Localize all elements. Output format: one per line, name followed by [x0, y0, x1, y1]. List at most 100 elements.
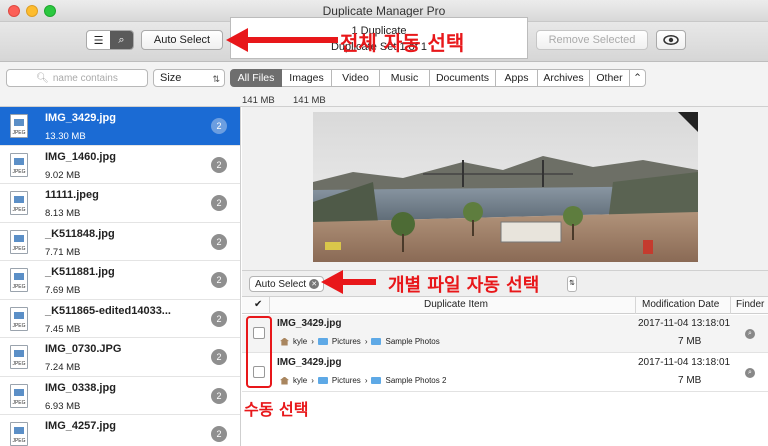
annotation-auto-select-all: 전체 자동 선택 [340, 31, 465, 55]
item-path: kyle › Pictures › Sample Photos [280, 337, 440, 346]
minimize-window-button[interactable] [26, 5, 38, 17]
jpeg-file-icon: JPEG [10, 306, 28, 331]
window-title: Duplicate Manager Pro [322, 4, 446, 18]
column-separator [269, 297, 270, 314]
file-size: 8.13 MB [45, 208, 81, 219]
path-segment: Sample Photos 2 [385, 376, 447, 385]
list-item[interactable]: JPEG IMG_0338.jpg 6.93 MB 2 [0, 377, 240, 415]
tab-music[interactable]: Music [380, 69, 430, 87]
tab-archives[interactable]: Archives [538, 69, 590, 87]
folder-icon [317, 377, 328, 384]
item-column-header[interactable]: Duplicate Item [424, 299, 488, 310]
auto-select-chip[interactable]: Auto Select ✕ [249, 276, 325, 292]
view-mode-segment[interactable]: ☰ ⌕ [86, 30, 134, 50]
folder-icon [371, 377, 382, 384]
tab-apps[interactable]: Apps [496, 69, 538, 87]
tab-video[interactable]: Video [332, 69, 380, 87]
file-size: 13.30 MB [45, 131, 86, 142]
annotation-arrow-head-middle [321, 270, 343, 294]
list-item[interactable]: JPEG _K511865-edited14033... 7.45 MB 2 [0, 300, 240, 338]
duplicate-count-badge: 2 [211, 233, 227, 250]
annotation-arrow-head-top [226, 28, 248, 52]
item-size: 7 MB [678, 375, 702, 386]
jpeg-file-icon: JPEG [10, 383, 28, 408]
magnifier-icon[interactable]: ⌕ [110, 31, 133, 49]
updown-chevron-icon: ⇅ [212, 74, 220, 84]
list-item[interactable]: JPEG _K511881.jpg 7.69 MB 2 [0, 261, 240, 300]
list-item[interactable]: JPEG 11111.jpeg 8.13 MB 2 [0, 184, 240, 223]
duplicate-count-badge: 2 [211, 387, 227, 404]
item-size: 7 MB [678, 336, 702, 347]
modification-date: 2017-11-04 13:18:01 [638, 318, 731, 329]
sort-select-value: Size [160, 72, 182, 84]
remove-selected-button[interactable]: Remove Selected [536, 30, 648, 50]
duplicate-count-badge: 2 [211, 426, 227, 442]
tab-all-files[interactable]: All Files [230, 69, 282, 87]
sort-select[interactable]: Size ⇅ [153, 69, 225, 87]
file-size: 7.71 MB [45, 246, 81, 258]
item-name: IMG_3429.jpg [277, 318, 342, 329]
jpeg-file-icon: JPEG [10, 191, 28, 215]
auto-select-button[interactable]: Auto Select [141, 30, 223, 50]
list-item[interactable]: JPEG IMG_4257.jpg 2 [0, 415, 240, 446]
jpeg-file-icon: JPEG [10, 422, 28, 446]
item-name: IMG_3429.jpg [277, 357, 342, 368]
table-row[interactable]: IMG_3429.jpg kyle › Pictures › Sample Ph… [242, 315, 768, 353]
jpeg-file-icon: JPEG [10, 229, 28, 254]
annotation-arrow-shaft-top [246, 37, 338, 43]
duplicate-count-badge: 2 [211, 310, 227, 327]
duplicate-count-badge: 2 [211, 349, 227, 365]
duplicate-count-badge: 2 [211, 272, 227, 288]
file-name: 11111.jpeg [45, 189, 99, 201]
column-separator [635, 297, 636, 314]
collapse-chevron-icon[interactable]: ⌃ [630, 69, 646, 87]
file-name: IMG_3429.jpg [45, 112, 116, 124]
annotation-arrow-shaft-middle [341, 279, 376, 285]
table-row[interactable]: IMG_3429.jpg kyle › Pictures › Sample Ph… [242, 354, 768, 392]
file-size: 9.02 MB [45, 169, 81, 181]
file-name: _K511865-edited14033... [45, 304, 171, 317]
close-window-button[interactable] [8, 5, 20, 17]
reveal-in-finder-icon[interactable]: ⌕ [745, 368, 755, 378]
finder-column-header[interactable]: Finder [736, 299, 764, 310]
list-item[interactable]: JPEG IMG_3429.jpg 13.30 MB 2 [0, 107, 240, 146]
path-chevron-icon: › [311, 337, 314, 346]
file-name: _K511848.jpg [45, 227, 115, 240]
image-preview-pane [242, 107, 768, 270]
list-item[interactable]: JPEG IMG_0730.JPG 7.24 MB 2 [0, 338, 240, 377]
table-header: ✔ Duplicate Item Modification Date Finde… [242, 297, 768, 314]
zoom-window-button[interactable] [44, 5, 56, 17]
list-item[interactable]: JPEG IMG_1460.jpg 9.02 MB 2 [0, 146, 240, 184]
modification-date: 2017-11-04 13:18:01 [638, 357, 731, 368]
file-name: IMG_1460.jpg [45, 150, 116, 163]
clear-icon[interactable]: ✕ [309, 279, 320, 289]
duplicate-count-badge: 2 [211, 118, 227, 134]
home-folder-icon [280, 376, 289, 385]
duplicate-count-badge: 2 [211, 195, 227, 211]
folder-icon [371, 338, 382, 345]
path-segment: Sample Photos [385, 337, 440, 346]
updown-chevron-icon[interactable]: ⇅ [567, 276, 577, 292]
photo-preview [313, 112, 698, 262]
jpeg-file-icon: JPEG [10, 114, 28, 138]
home-folder-icon [280, 337, 289, 346]
duplicate-count-badge: 2 [211, 156, 227, 173]
file-name: IMG_4257.jpg [45, 420, 116, 432]
jpeg-file-icon: JPEG [10, 268, 28, 292]
duplicate-file-list: JPEG IMG_3429.jpg 13.30 MB 2 JPEG IMG_14… [0, 107, 241, 446]
list-view-icon[interactable]: ☰ [87, 31, 110, 49]
tab-other[interactable]: Other [590, 69, 630, 87]
path-segment: kyle [293, 337, 308, 346]
search-input[interactable]: 🔍︎ name contains [6, 69, 148, 87]
duplicate-items-table: ✔ Duplicate Item Modification Date Finde… [242, 297, 768, 446]
date-column-header[interactable]: Modification Date [642, 299, 719, 310]
reveal-in-finder-icon[interactable]: ⌕ [745, 329, 755, 339]
list-item[interactable]: JPEG _K511848.jpg 7.71 MB 2 [0, 223, 240, 261]
tab-documents[interactable]: Documents [430, 69, 496, 87]
tab-images[interactable]: Images [282, 69, 332, 87]
file-size: 7.24 MB [45, 362, 81, 373]
check-column-header[interactable]: ✔ [254, 299, 262, 310]
jpeg-file-icon: JPEG [10, 152, 28, 177]
folder-icon [317, 338, 328, 345]
eye-icon[interactable] [656, 30, 686, 50]
